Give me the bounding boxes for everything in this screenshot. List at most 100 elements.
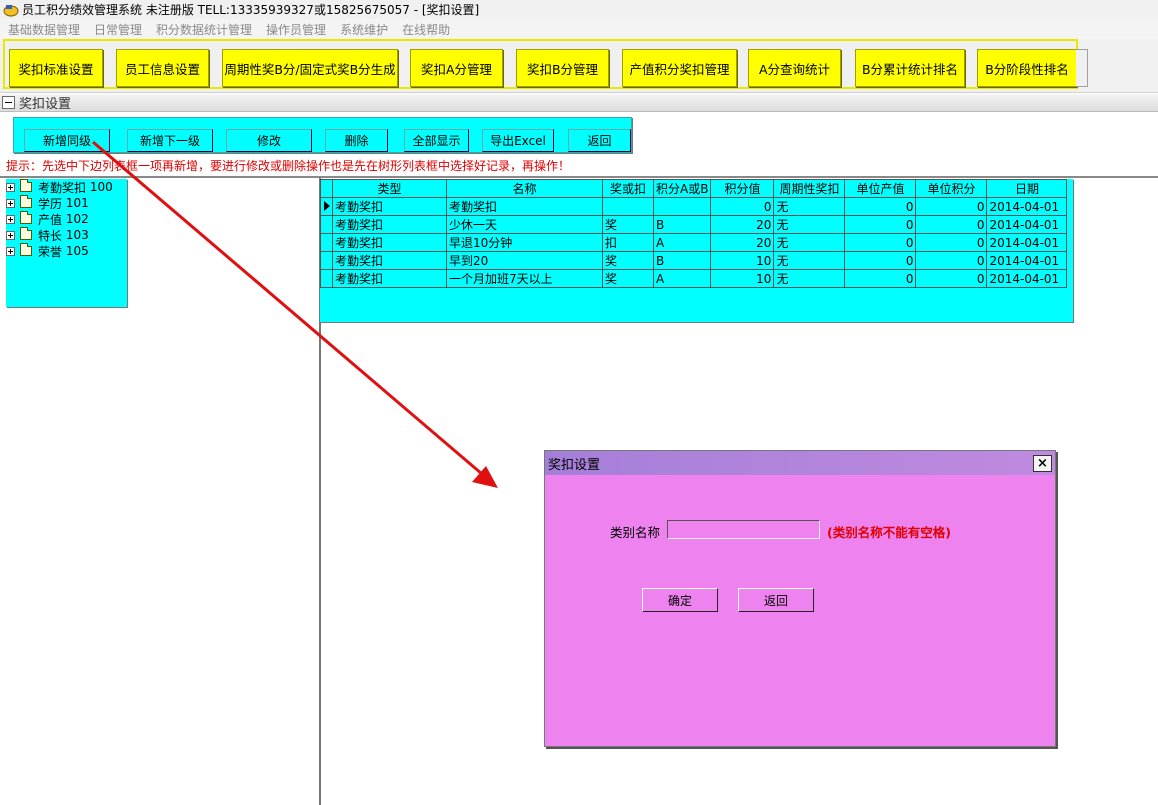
cell-name: 早到20 xyxy=(446,251,603,270)
toolbar-output-points-button[interactable]: 产值积分奖扣管理 xyxy=(622,49,737,87)
show-all-button[interactable]: 全部显示 xyxy=(404,129,469,152)
cell-points-value: 20 xyxy=(710,215,775,234)
return-button[interactable]: 返回 xyxy=(568,129,631,152)
toolbar-employee-info-button[interactable]: 员工信息设置 xyxy=(116,49,209,87)
cell-reward-or-deduct: 奖 xyxy=(602,215,654,234)
row-selector xyxy=(320,233,333,252)
menu-maintenance[interactable]: 系统维护 xyxy=(340,21,388,38)
row-selector xyxy=(320,215,333,234)
close-button[interactable]: × xyxy=(1033,455,1052,472)
section-title: 奖扣设置 xyxy=(19,97,72,112)
menu-bar: 基础数据管理 日常管理 积分数据统计管理 操作员管理 系统维护 在线帮助 xyxy=(0,19,1158,39)
cell-unit-points: 0 xyxy=(915,215,988,234)
toolbar-a-query-button[interactable]: A分查询统计 xyxy=(748,49,841,87)
column-header[interactable]: 类型 xyxy=(332,179,447,198)
tree-item-skill[interactable]: 特长 103 xyxy=(6,227,127,243)
menu-help[interactable]: 在线帮助 xyxy=(402,21,450,38)
column-header[interactable]: 单位产值 xyxy=(844,179,917,198)
tree-item-output[interactable]: 产值 102 xyxy=(6,211,127,227)
column-header[interactable]: 积分值 xyxy=(710,179,775,198)
category-name-input[interactable] xyxy=(667,520,820,539)
tree-item-attendance[interactable]: 考勤奖扣 100 xyxy=(6,179,127,195)
menu-daily[interactable]: 日常管理 xyxy=(94,21,142,38)
expand-icon[interactable] xyxy=(6,230,15,240)
category-name-label: 类别名称 xyxy=(610,525,661,540)
edit-button[interactable]: 修改 xyxy=(226,129,312,152)
column-header[interactable]: 日期 xyxy=(986,179,1068,198)
confirm-button[interactable]: 确定 xyxy=(642,588,718,612)
toolbar-b-stage-ranking-button[interactable]: B分阶段性排名 xyxy=(977,49,1077,87)
data-grid: 类型 名称 奖或扣 积分A或B 积分值 周期性奖扣 单位产值 单位积分 日期 考… xyxy=(320,179,1073,322)
cell-reward-or-deduct: 奖 xyxy=(602,251,654,270)
tree-item-honor[interactable]: 荣誉 105 xyxy=(6,243,127,259)
column-header[interactable]: 奖或扣 xyxy=(602,179,654,198)
cell-unit-points: 0 xyxy=(915,233,988,252)
table-row[interactable]: 考勤奖扣 早退10分钟 扣 A 20 无 0 0 2014-04-01 xyxy=(320,233,1068,252)
tree-item-code: 101 xyxy=(65,196,89,210)
dialog-return-button[interactable]: 返回 xyxy=(738,588,814,612)
toolbar-b-ranking-button[interactable]: B分累计统计排名 xyxy=(855,49,965,87)
cell-date: 2014-04-01 xyxy=(986,233,1068,252)
cell-type: 考勤奖扣 xyxy=(332,197,447,216)
tree-item-code: 102 xyxy=(65,212,89,226)
column-header[interactable]: 名称 xyxy=(446,179,603,198)
cell-unit-points: 0 xyxy=(915,251,988,270)
toolbar-reward-b-button[interactable]: 奖扣B分管理 xyxy=(516,49,609,87)
row-selector-header xyxy=(320,179,333,198)
tree-item-label: 考勤奖扣 xyxy=(38,180,87,195)
expand-icon[interactable] xyxy=(6,214,15,224)
toolbar-reward-standard-button[interactable]: 奖扣标准设置 xyxy=(9,49,103,87)
cell-periodic: 无 xyxy=(773,251,846,270)
expand-icon[interactable] xyxy=(6,182,15,192)
cell-unit-output: 0 xyxy=(844,215,917,234)
export-excel-button[interactable]: 导出Excel xyxy=(482,129,554,152)
cell-unit-output: 0 xyxy=(844,233,917,252)
table-row[interactable]: 考勤奖扣 早到20 奖 B 10 无 0 0 2014-04-01 xyxy=(320,251,1068,270)
window-title: 员工积分绩效管理系统 未注册版 TELL:13335939327或1582567… xyxy=(22,3,480,17)
divider-horizontal xyxy=(0,176,1158,178)
cell-date: 2014-04-01 xyxy=(986,269,1068,288)
menu-basic-data[interactable]: 基础数据管理 xyxy=(8,21,80,38)
cell-points-value: 20 xyxy=(710,233,775,252)
add-child-button[interactable]: 新增下一级 xyxy=(127,129,213,152)
cell-points-type: B xyxy=(652,215,712,234)
section-header: 奖扣设置 xyxy=(0,94,1158,112)
column-header[interactable]: 积分A或B xyxy=(652,179,712,198)
dialog-title: 奖扣设置 xyxy=(548,457,601,473)
cell-type: 考勤奖扣 xyxy=(332,215,447,234)
category-tree: 考勤奖扣 100 学历 101 产值 102 特长 103 荣誉 105 xyxy=(6,179,127,307)
cell-name: 考勤奖扣 xyxy=(446,197,603,216)
column-header[interactable]: 周期性奖扣 xyxy=(773,179,846,198)
cell-unit-output: 0 xyxy=(844,197,917,216)
collapse-icon[interactable] xyxy=(2,96,15,109)
cell-periodic: 无 xyxy=(773,197,846,216)
cell-unit-points: 0 xyxy=(915,269,988,288)
add-sibling-button[interactable]: 新增同级 xyxy=(24,129,110,152)
folder-icon xyxy=(20,179,32,192)
toolbar-reward-a-button[interactable]: 奖扣A分管理 xyxy=(410,49,503,87)
close-icon: × xyxy=(1037,456,1048,471)
tree-item-education[interactable]: 学历 101 xyxy=(6,195,127,211)
table-row[interactable]: 考勤奖扣 一个月加班7天以上 奖 A 10 无 0 0 2014-04-01 xyxy=(320,269,1068,288)
delete-button[interactable]: 删除 xyxy=(325,129,388,152)
expand-icon[interactable] xyxy=(6,246,15,256)
toolbar-periodic-b-button[interactable]: 周期性奖B分/固定式奖B分生成 xyxy=(222,49,398,87)
column-header[interactable]: 单位积分 xyxy=(915,179,988,198)
expand-icon[interactable] xyxy=(6,198,15,208)
cell-unit-output: 0 xyxy=(844,269,917,288)
cell-type: 考勤奖扣 xyxy=(332,269,447,288)
cell-date: 2014-04-01 xyxy=(986,197,1068,216)
cell-points-type xyxy=(652,197,712,216)
table-row[interactable]: 考勤奖扣 考勤奖扣 0 无 0 0 2014-04-01 xyxy=(320,197,1068,216)
menu-operators[interactable]: 操作员管理 xyxy=(266,21,326,38)
title-bar: 员工积分绩效管理系统 未注册版 TELL:13335939327或1582567… xyxy=(0,0,1158,19)
menu-statistics[interactable]: 积分数据统计管理 xyxy=(156,21,252,38)
cell-type: 考勤奖扣 xyxy=(332,233,447,252)
app-logo-icon xyxy=(3,4,19,16)
table-row[interactable]: 考勤奖扣 少休一天 奖 B 20 无 0 0 2014-04-01 xyxy=(320,215,1068,234)
cell-periodic: 无 xyxy=(773,215,846,234)
cell-name: 一个月加班7天以上 xyxy=(446,269,603,288)
row-selector xyxy=(320,251,333,270)
dialog-title-bar[interactable]: 奖扣设置 xyxy=(545,451,1055,475)
category-dialog: 奖扣设置 × 类别名称 (类别名称不能有空格) 确定 返回 xyxy=(544,450,1056,747)
